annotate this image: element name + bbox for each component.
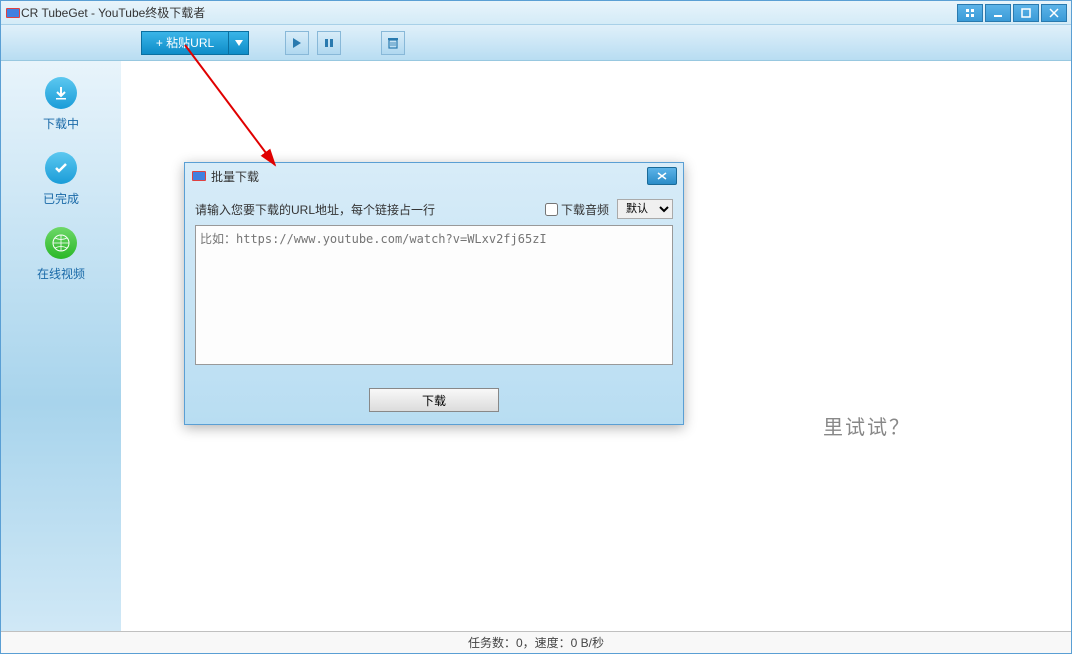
pause-button[interactable] [317, 31, 341, 55]
sidebar-item-downloading[interactable]: 下载中 [43, 77, 79, 132]
statusbar: 任务数：0，速度：0 B/秒 [1, 631, 1071, 653]
dialog-close-button[interactable] [647, 167, 677, 185]
audio-checkbox-input[interactable] [545, 203, 558, 216]
batch-download-dialog: 批量下载 请输入您要下载的URL地址，每个链接占一行 下载音频 默认 下载 [184, 162, 684, 425]
paste-url-dropdown[interactable] [229, 31, 249, 55]
status-text: 任务数：0，速度：0 B/秒 [468, 634, 604, 651]
dialog-titlebar[interactable]: 批量下载 [185, 163, 683, 189]
audio-quality-select[interactable]: 默认 [617, 199, 673, 219]
url-input-textarea[interactable] [195, 225, 673, 365]
sidebar-item-online-video[interactable]: 在线视频 [37, 227, 85, 282]
download-audio-checkbox[interactable]: 下载音频 [545, 201, 609, 218]
paste-url-button[interactable]: + 粘贴URL [141, 31, 229, 55]
download-icon [45, 77, 77, 109]
globe-icon [45, 227, 77, 259]
sidebar-label: 已完成 [43, 190, 79, 207]
app-icon [191, 168, 207, 184]
delete-button[interactable] [381, 31, 405, 55]
background-hint: 里试试？ [823, 411, 911, 440]
dialog-title: 批量下载 [211, 168, 647, 185]
window-title: CR TubeGet - YouTube终极下载者 [21, 4, 957, 21]
dialog-prompt: 请输入您要下载的URL地址，每个链接占一行 [195, 201, 545, 218]
app-icon [5, 5, 21, 21]
play-button[interactable] [285, 31, 309, 55]
sidebar-label: 在线视频 [37, 265, 85, 282]
titlebar: CR TubeGet - YouTube终极下载者 [1, 1, 1071, 25]
close-button[interactable] [1041, 4, 1067, 22]
download-button[interactable]: 下载 [369, 388, 499, 412]
settings-window-button[interactable] [957, 4, 983, 22]
sidebar-label: 下载中 [43, 115, 79, 132]
maximize-button[interactable] [1013, 4, 1039, 22]
minimize-button[interactable] [985, 4, 1011, 22]
sidebar: 下载中 已完成 在线视频 [1, 61, 121, 631]
toolbar: + 粘贴URL [1, 25, 1071, 61]
check-icon [45, 152, 77, 184]
sidebar-item-completed[interactable]: 已完成 [43, 152, 79, 207]
